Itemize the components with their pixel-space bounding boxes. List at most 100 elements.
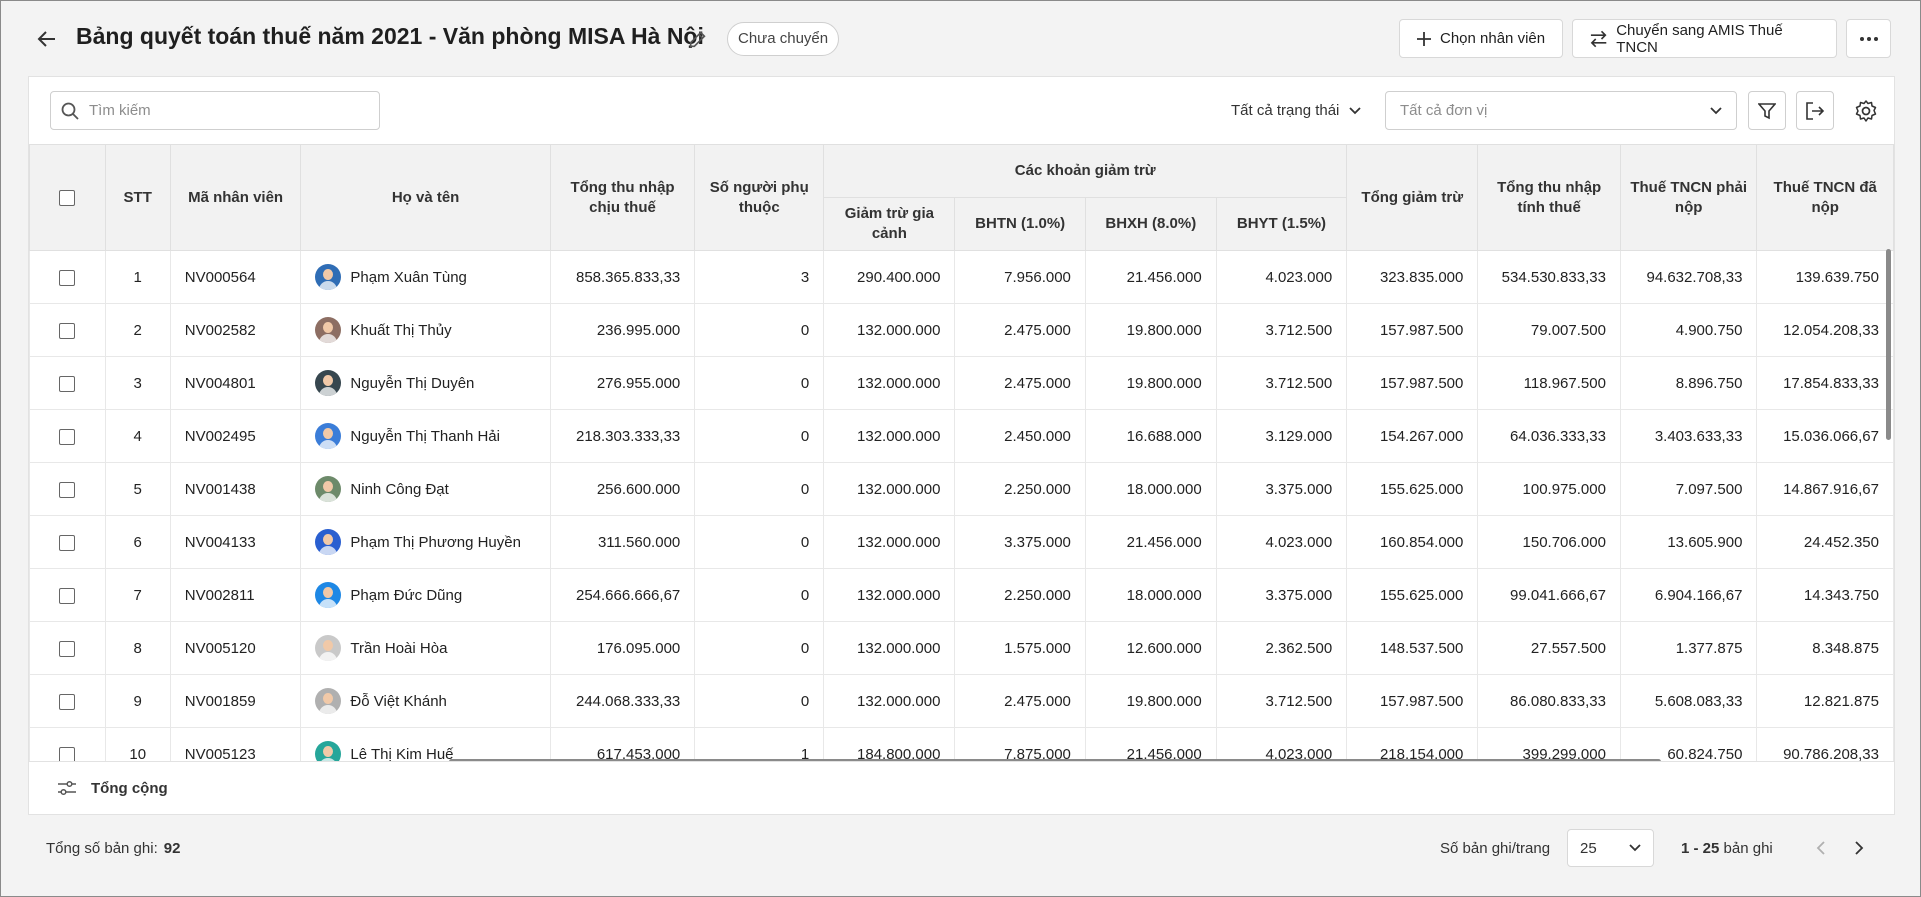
cell-stt: 5 xyxy=(104,462,171,516)
cell-total-deduction: 157.987.500 xyxy=(1346,303,1479,357)
unit-select[interactable]: Tất cả đơn vị xyxy=(1385,91,1737,130)
cell-bhtn: 2.250.000 xyxy=(954,462,1086,516)
table-row[interactable]: 7 NV002811 Phạm Đức Dũng 254.666.666,67 0 132… xyxy=(29,568,1894,622)
cell-select[interactable] xyxy=(29,515,106,569)
header-employee-code: Mã nhân viên xyxy=(169,144,302,251)
cell-taxable-income: 236.995.000 xyxy=(549,303,696,357)
table-row[interactable]: 2 NV002582 Khuất Thị Thủy 236.995.000 0 132.0… xyxy=(29,303,1894,357)
table-row[interactable]: 4 NV002495 Nguyễn Thị Thanh Hải 218.303.333… xyxy=(29,409,1894,463)
pencil-icon[interactable] xyxy=(687,28,709,50)
table-row[interactable]: 1 NV000564 Phạm Xuân Tùng 858.365.833,33 3 29… xyxy=(29,250,1894,304)
employee-name: Phạm Đức Dũng xyxy=(350,586,463,604)
next-page-button[interactable] xyxy=(1846,835,1872,861)
cell-bhyt: 3.712.500 xyxy=(1215,356,1348,410)
cell-family-deduction: 132.000.000 xyxy=(823,674,956,728)
more-options-button[interactable] xyxy=(1846,19,1891,58)
cell-select[interactable] xyxy=(29,462,106,516)
cell-bhyt: 3.129.000 xyxy=(1215,409,1348,463)
row-checkbox[interactable] xyxy=(59,269,76,286)
cell-assessable-income: 399.299.000 xyxy=(1477,727,1621,761)
cell-bhyt: 4.023.000 xyxy=(1215,727,1348,761)
choose-employee-button[interactable]: Chọn nhân viên xyxy=(1399,19,1563,58)
cell-tax-paid: 15.036.066,67 xyxy=(1756,409,1894,463)
cell-bhxh: 18.000.000 xyxy=(1084,462,1217,516)
cell-tax-paid: 14.867.916,67 xyxy=(1756,462,1894,516)
row-checkbox[interactable] xyxy=(59,534,76,551)
table-row[interactable]: 3 NV004801 Nguyễn Thị Duyên 276.955.000 0 132… xyxy=(29,356,1894,410)
table-row[interactable]: 6 NV004133 Phạm Thị Phương Huyền 311.560.00… xyxy=(29,515,1894,569)
cell-full-name: Lê Thị Kim Huế xyxy=(300,727,551,761)
cell-bhtn: 3.375.000 xyxy=(954,515,1086,569)
search-box[interactable] xyxy=(50,91,380,130)
cell-dependents: 3 xyxy=(694,250,825,304)
cell-assessable-income: 100.975.000 xyxy=(1477,462,1621,516)
header-family-deduction: Giảm trừ gia cảnh xyxy=(823,197,956,251)
cell-employee-code: NV004801 xyxy=(169,356,302,410)
total-records-label: Tổng số bản ghi: xyxy=(46,839,158,857)
row-checkbox[interactable] xyxy=(59,693,76,710)
prev-page-button[interactable] xyxy=(1808,835,1834,861)
cell-tax-paid: 17.854.833,33 xyxy=(1756,356,1894,410)
cell-bhtn: 2.475.000 xyxy=(954,674,1086,728)
cell-taxable-income: 176.095.000 xyxy=(549,621,696,675)
cell-select[interactable] xyxy=(29,621,106,675)
cell-tax-paid: 24.452.350 xyxy=(1756,515,1894,569)
cell-tax-paid: 12.821.875 xyxy=(1756,674,1894,728)
row-checkbox[interactable] xyxy=(59,746,76,761)
page-range: 1 - 25 bản ghi xyxy=(1681,840,1773,857)
cell-select[interactable] xyxy=(29,303,106,357)
cell-select[interactable] xyxy=(29,409,106,463)
vertical-scrollbar[interactable] xyxy=(1886,249,1891,440)
employee-name: Nguyễn Thị Thanh Hải xyxy=(350,427,500,445)
cell-tax-paid: 139.639.750 xyxy=(1756,250,1894,304)
settings-button[interactable] xyxy=(1847,91,1885,130)
cell-tax-paid: 14.343.750 xyxy=(1756,568,1894,622)
row-checkbox[interactable] xyxy=(59,322,76,339)
cell-bhyt: 3.375.000 xyxy=(1215,462,1348,516)
row-checkbox[interactable] xyxy=(59,587,76,604)
row-checkbox[interactable] xyxy=(59,428,76,445)
row-checkbox[interactable] xyxy=(59,375,76,392)
cell-employee-code: NV002582 xyxy=(169,303,302,357)
cell-family-deduction: 132.000.000 xyxy=(823,515,956,569)
back-arrow-icon[interactable] xyxy=(35,27,59,51)
search-input[interactable] xyxy=(89,102,349,119)
search-icon xyxy=(61,102,79,120)
table-row[interactable]: 8 NV005120 Trần Hoài Hòa 176.095.000 0 132.00… xyxy=(29,621,1894,675)
cell-select[interactable] xyxy=(29,250,106,304)
table-row[interactable]: 5 NV001438 Ninh Công Đạt 256.600.000 0 132.00… xyxy=(29,462,1894,516)
select-all-checkbox[interactable] xyxy=(59,189,76,206)
filter-button[interactable] xyxy=(1748,91,1786,130)
page-size-select[interactable]: 25 xyxy=(1567,829,1654,867)
cell-select[interactable] xyxy=(29,674,106,728)
table-row[interactable]: 10 NV005123 Lê Thị Kim Huế 617.453.000 1 184.… xyxy=(29,727,1894,761)
choose-employee-label: Chọn nhân viên xyxy=(1440,30,1546,47)
cell-employee-code: NV001438 xyxy=(169,462,302,516)
cell-select[interactable] xyxy=(29,727,106,761)
cell-select[interactable] xyxy=(29,356,106,410)
table-body: 1 NV000564 Phạm Xuân Tùng 858.365.833,33 3 29… xyxy=(29,250,1894,761)
row-checkbox[interactable] xyxy=(59,640,76,657)
avatar xyxy=(315,529,342,555)
page-header: Bảng quyết toán thuế năm 2021 - Văn phòn… xyxy=(1,1,1920,76)
cell-taxable-income: 858.365.833,33 xyxy=(549,250,696,304)
row-checkbox[interactable] xyxy=(59,481,76,498)
cell-bhyt: 2.362.500 xyxy=(1215,621,1348,675)
header-select-all[interactable] xyxy=(29,144,106,251)
cell-assessable-income: 64.036.333,33 xyxy=(1477,409,1621,463)
cell-tax-payable: 6.904.166,67 xyxy=(1619,568,1758,622)
cell-tax-payable: 3.403.633,33 xyxy=(1619,409,1758,463)
transfer-button[interactable]: Chuyển sang AMIS Thuế TNCN xyxy=(1572,19,1837,58)
cell-bhtn: 2.450.000 xyxy=(954,409,1086,463)
table-row[interactable]: 9 NV001859 Đỗ Việt Khánh 244.068.333,33 0 132… xyxy=(29,674,1894,728)
cell-total-deduction: 157.987.500 xyxy=(1346,356,1479,410)
cell-family-deduction: 132.000.000 xyxy=(823,303,956,357)
cell-select[interactable] xyxy=(29,568,106,622)
cell-full-name: Trần Hoài Hòa xyxy=(300,621,551,675)
status-filter-dropdown[interactable]: Tất cả trạng thái xyxy=(1231,91,1362,130)
cell-tax-payable: 13.605.900 xyxy=(1619,515,1758,569)
toolbar: Tất cả trạng thái Tất cả đơn vị xyxy=(29,77,1894,144)
employee-name: Phạm Xuân Tùng xyxy=(350,268,467,286)
cell-full-name: Nguyễn Thị Thanh Hải xyxy=(300,409,551,463)
export-button[interactable] xyxy=(1796,91,1834,130)
